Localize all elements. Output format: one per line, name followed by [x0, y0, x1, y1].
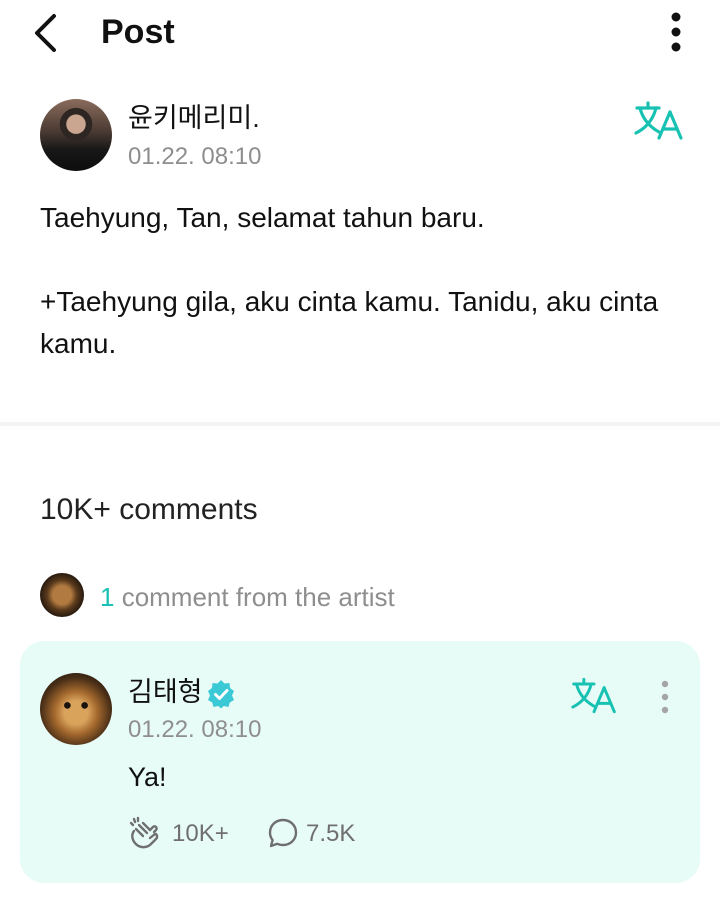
chevron-left-icon: [35, 14, 56, 52]
verified-badge-icon: [206, 679, 236, 709]
page-title: Post: [101, 13, 175, 51]
reply-button[interactable]: [267, 817, 299, 849]
artist-avatar-small: [40, 573, 84, 617]
artist-comments-link[interactable]: 1 comment from the artist: [100, 580, 395, 614]
artist-comment-count: 1: [100, 582, 115, 612]
post-author-name[interactable]: 윤키메리미.: [128, 101, 260, 135]
post-text-line: +Taehyung gila, aku cinta kamu. Tanidu, …: [40, 286, 659, 359]
like-button[interactable]: [128, 816, 162, 850]
clap-icon: [129, 816, 159, 849]
translate-post-button[interactable]: [633, 100, 685, 142]
section-divider: [0, 422, 720, 426]
more-options-button[interactable]: [656, 8, 696, 56]
like-count: 10K+: [172, 820, 229, 847]
translate-comment-button[interactable]: [570, 676, 618, 716]
reply-count: 7.5K: [306, 820, 356, 847]
translate-icon: [634, 101, 683, 140]
translate-icon: [571, 677, 616, 714]
artist-comment-label: comment from the artist: [114, 582, 395, 612]
comment-bubble-icon: [268, 818, 298, 848]
artist-avatar[interactable]: [40, 673, 112, 745]
post-body: Taehyung, Tan, selamat tahun baru. +Taeh…: [40, 197, 690, 365]
post-author-avatar[interactable]: [40, 99, 112, 171]
post-text-line: Taehyung, Tan, selamat tahun baru.: [40, 202, 485, 233]
comments-count: 10K+ comments: [40, 493, 258, 526]
comment-text: Ya!: [128, 762, 167, 792]
back-button[interactable]: [22, 8, 72, 58]
comment-more-button[interactable]: [650, 678, 680, 718]
comment-timestamp: 01.22. 08:10: [128, 716, 262, 743]
more-vertical-icon: [661, 680, 669, 714]
post-timestamp: 01.22. 08:10: [128, 143, 262, 170]
more-vertical-icon: [671, 12, 681, 52]
comment-author-name[interactable]: 김태형: [128, 675, 203, 709]
